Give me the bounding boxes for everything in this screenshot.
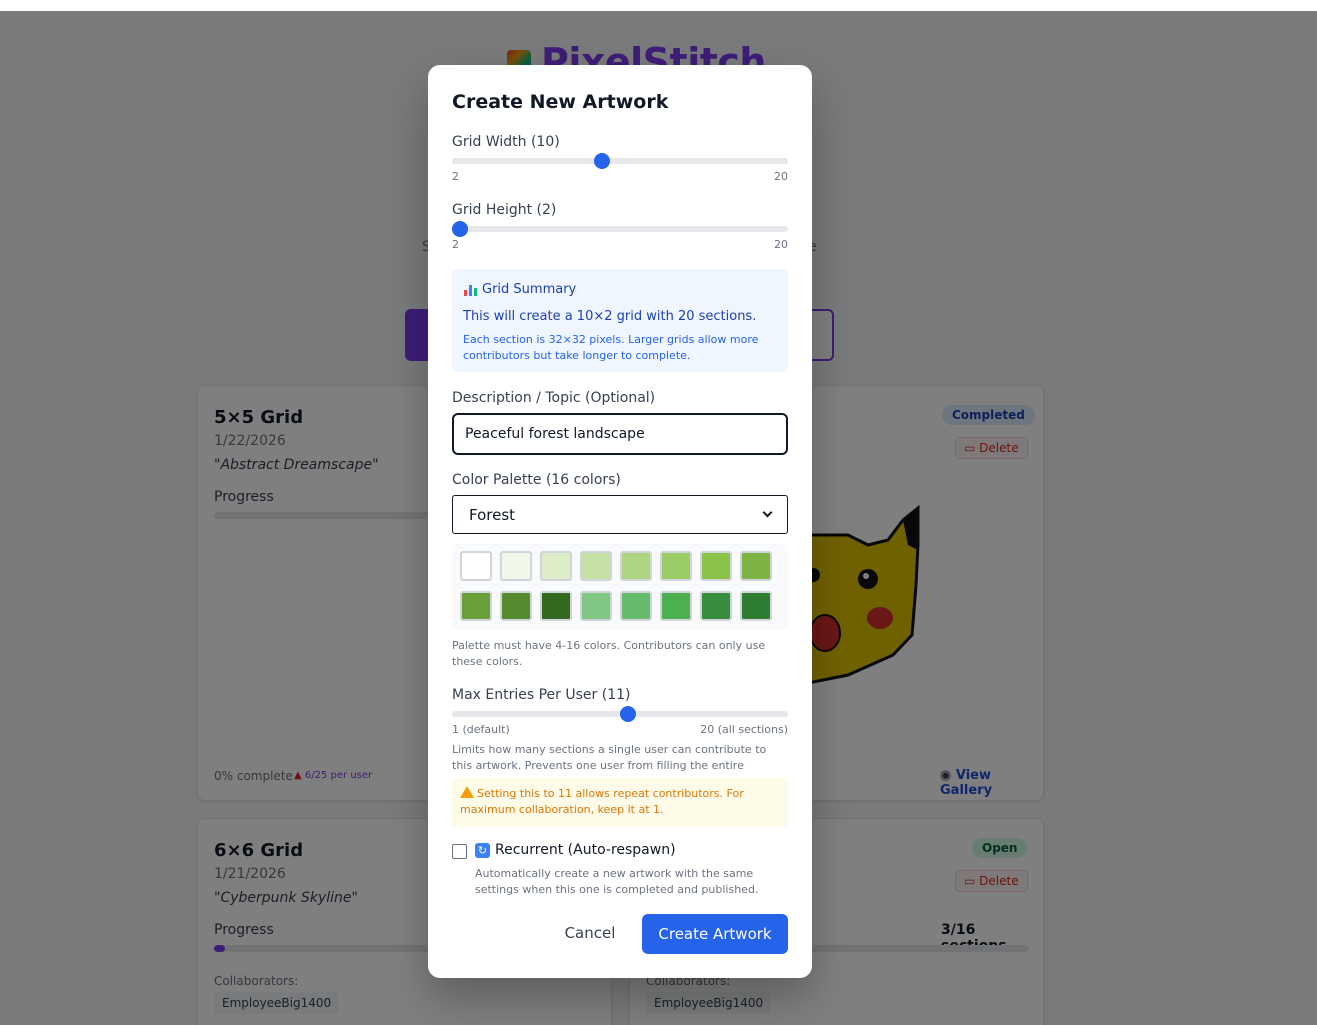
palette-swatch bbox=[580, 591, 612, 621]
chevron-down-icon bbox=[762, 507, 773, 518]
grid-height-max: 20 bbox=[774, 238, 788, 251]
grid-width-max: 20 bbox=[774, 170, 788, 183]
palette-swatch bbox=[540, 591, 572, 621]
modal-title: Create New Artwork bbox=[452, 91, 669, 113]
palette-swatch bbox=[740, 591, 772, 621]
palette-swatch bbox=[620, 551, 652, 581]
palette-swatch bbox=[620, 591, 652, 621]
cancel-button[interactable]: Cancel bbox=[556, 914, 624, 952]
max-entries-slider-thumb[interactable] bbox=[620, 706, 637, 722]
grid-summary-title: Grid Summary bbox=[463, 282, 576, 297]
palette-select[interactable]: Forest bbox=[452, 495, 788, 534]
grid-summary-panel: Grid Summary This will create a 10×2 gri… bbox=[452, 269, 788, 372]
grid-width-min: 2 bbox=[452, 170, 459, 183]
palette-swatches bbox=[452, 544, 788, 630]
palette-help: Palette must have 4-16 colors. Contribut… bbox=[452, 639, 766, 668]
palette-swatch bbox=[700, 591, 732, 621]
grid-summary-sub: Each section is 32×32 pixels. Larger gri… bbox=[463, 333, 759, 362]
palette-swatch bbox=[460, 551, 492, 581]
description-input[interactable] bbox=[452, 413, 788, 455]
grid-height-label: Grid Height (2) bbox=[452, 202, 557, 218]
warning-icon bbox=[460, 786, 474, 798]
max-entries-min: 1 (default) bbox=[452, 723, 510, 736]
recurrent-label[interactable]: ↻ Recurrent (Auto-respawn) bbox=[475, 842, 676, 858]
grid-height-slider-thumb[interactable] bbox=[452, 221, 468, 237]
description-label: Description / Topic (Optional) bbox=[452, 390, 656, 406]
palette-swatch bbox=[740, 551, 772, 581]
palette-selected-value: Forest bbox=[469, 505, 516, 524]
repeat-icon: ↻ bbox=[475, 842, 490, 858]
palette-swatch bbox=[660, 591, 692, 621]
palette-swatch bbox=[700, 551, 732, 581]
create-artwork-button[interactable]: Create Artwork bbox=[642, 914, 788, 954]
create-artwork-modal: Create New Artwork Grid Width (10) 2 20 … bbox=[428, 65, 812, 978]
max-entries-max: 20 (all sections) bbox=[700, 723, 788, 736]
palette-swatch bbox=[580, 551, 612, 581]
palette-swatch bbox=[500, 591, 532, 621]
recurrent-checkbox[interactable] bbox=[452, 844, 467, 859]
grid-width-slider-thumb[interactable] bbox=[594, 153, 611, 169]
max-entries-slider[interactable] bbox=[452, 706, 788, 722]
max-entries-label: Max Entries Per User (11) bbox=[452, 687, 631, 703]
max-entries-warning: Setting this to 11 allows repeat contrib… bbox=[452, 778, 788, 827]
grid-summary-main: This will create a 10×2 grid with 20 sec… bbox=[463, 309, 757, 324]
grid-width-label: Grid Width (10) bbox=[452, 134, 560, 150]
grid-width-slider[interactable] bbox=[452, 153, 788, 169]
palette-swatch bbox=[660, 551, 692, 581]
grid-height-slider[interactable] bbox=[452, 221, 788, 237]
palette-swatch bbox=[460, 591, 492, 621]
bar-chart-icon bbox=[463, 283, 478, 297]
palette-label: Color Palette (16 colors) bbox=[452, 472, 621, 488]
palette-swatch bbox=[500, 551, 532, 581]
palette-swatch bbox=[540, 551, 572, 581]
recurrent-help: Automatically create a new artwork with … bbox=[475, 867, 759, 896]
top-strip bbox=[0, 0, 1317, 11]
grid-height-min: 2 bbox=[452, 238, 459, 251]
